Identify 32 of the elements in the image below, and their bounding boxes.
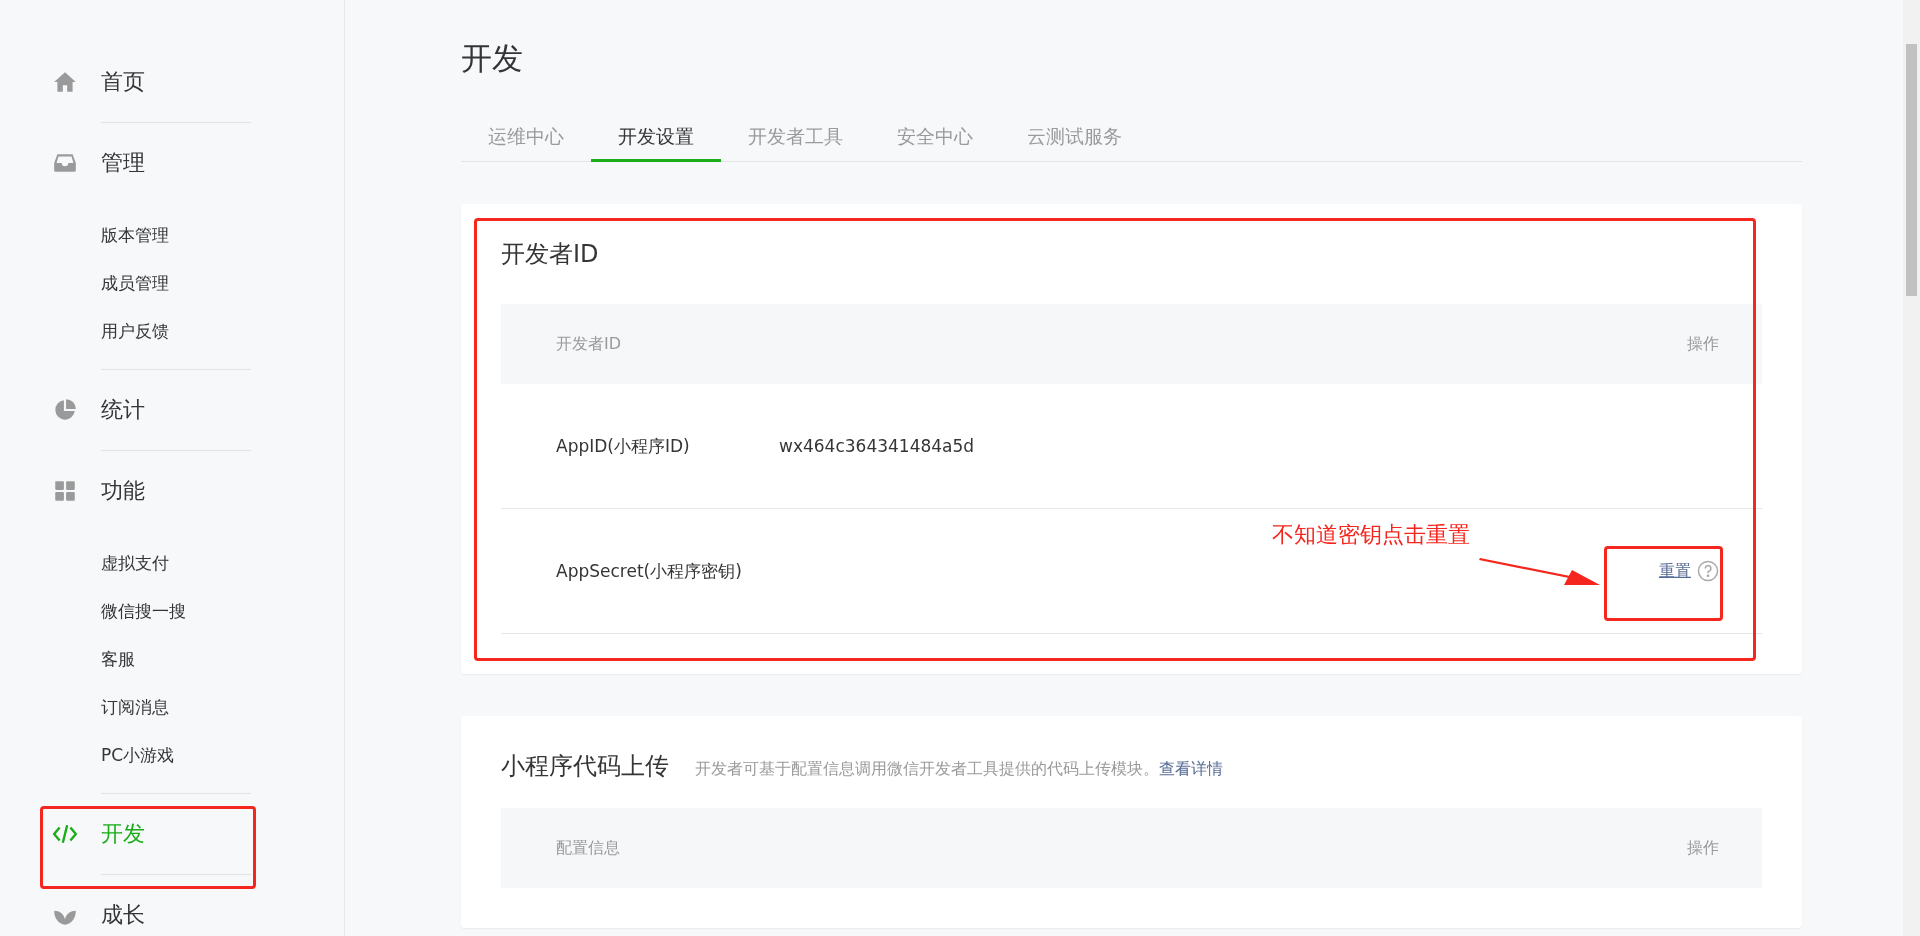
sidebar-item[interactable]: 首页 <box>101 67 145 97</box>
scrollbar[interactable] <box>1903 0 1920 936</box>
sidebar-subitem[interactable]: 版本管理 <box>101 211 169 259</box>
row-label: AppSecret(小程序密钥) <box>556 559 743 583</box>
sidebar-subitem[interactable]: 虚拟支付 <box>101 539 169 587</box>
sidebar-subitem[interactable]: 用户反馈 <box>101 307 169 355</box>
page-title: 开发 <box>461 39 523 78</box>
help-icon[interactable] <box>1697 560 1719 582</box>
column-header: 操作 <box>1687 837 1719 859</box>
column-header: 操作 <box>1687 333 1719 355</box>
column-header: 配置信息 <box>556 837 620 859</box>
annotation-text: 不知道密钥点击重置 <box>1272 521 1470 549</box>
sidebar-item[interactable]: 统计 <box>101 395 145 425</box>
column-header: 开发者ID <box>556 333 622 355</box>
sidebar-subitem[interactable]: 微信搜一搜 <box>101 587 186 635</box>
sidebar-item[interactable]: 成长 <box>101 900 145 930</box>
sidebar-subitem[interactable]: 成员管理 <box>101 259 169 307</box>
card-description: 开发者可基于配置信息调用微信开发者工具提供的代码上传模块。 <box>695 759 1159 778</box>
sidebar-item[interactable]: 功能 <box>101 476 145 506</box>
row-value: wx464c364341484a5d <box>779 436 975 456</box>
sidebar-subitem[interactable]: 订阅消息 <box>101 683 169 731</box>
card-title: 开发者ID <box>501 239 599 270</box>
details-link[interactable]: 查看详情 <box>1159 759 1223 778</box>
card-title: 小程序代码上传 <box>501 751 669 782</box>
row-label: AppID(小程序ID) <box>556 434 691 458</box>
sidebar-item[interactable]: 管理 <box>101 148 145 178</box>
tab[interactable]: 开发设置 <box>591 114 721 162</box>
grid-icon <box>52 478 78 504</box>
pie-chart-icon <box>52 397 78 423</box>
sidebar-subitem[interactable]: 客服 <box>101 635 135 683</box>
sidebar-subitem[interactable]: PC小游戏 <box>101 731 175 779</box>
reset-link[interactable]: 重置 <box>1659 560 1691 582</box>
